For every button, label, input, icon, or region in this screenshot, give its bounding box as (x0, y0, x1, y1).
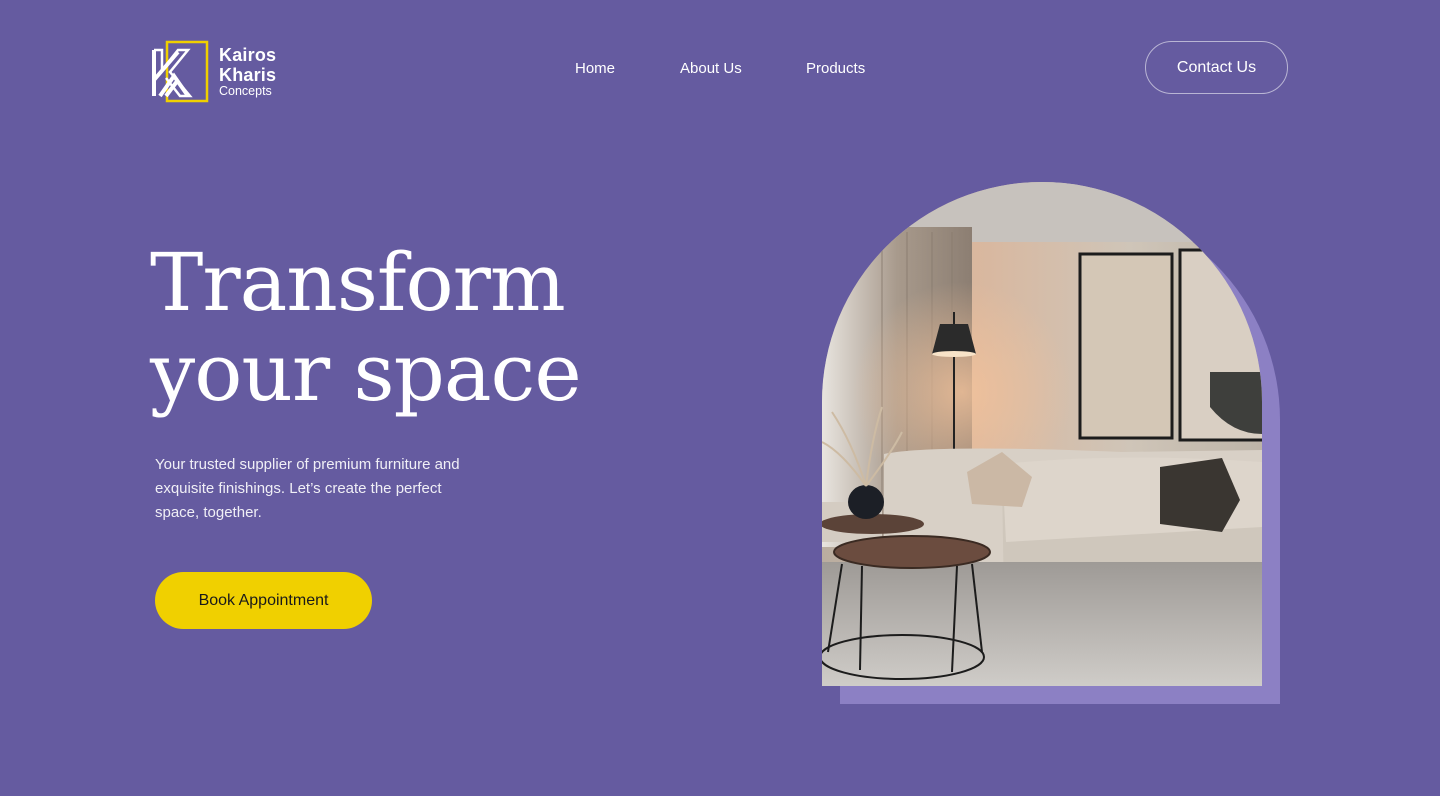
nav-products-link[interactable]: Products (806, 60, 865, 77)
brand-name-line3: Concepts (219, 84, 272, 98)
contact-us-button[interactable]: Contact Us (1145, 41, 1288, 94)
hero-title-line2: your space (150, 326, 582, 419)
hero-title: Transform your space (150, 236, 582, 419)
nav-about-link[interactable]: About Us (680, 60, 742, 77)
living-room-illustration-icon (822, 182, 1262, 686)
book-appointment-button[interactable]: Book Appointment (155, 572, 372, 629)
nav-home-link[interactable]: Home (575, 60, 615, 77)
living-room-photo (822, 182, 1262, 686)
hero-subtitle: Your trusted supplier of premium furnitu… (155, 456, 460, 521)
k-logo-icon (152, 40, 209, 103)
brand-name-line1: Kairos (219, 45, 277, 65)
hero-title-line1: Transform (150, 236, 566, 329)
brand-logo[interactable]: Kairos Kharis Concepts (152, 40, 292, 104)
brand-name-line2: Kharis (219, 65, 277, 85)
